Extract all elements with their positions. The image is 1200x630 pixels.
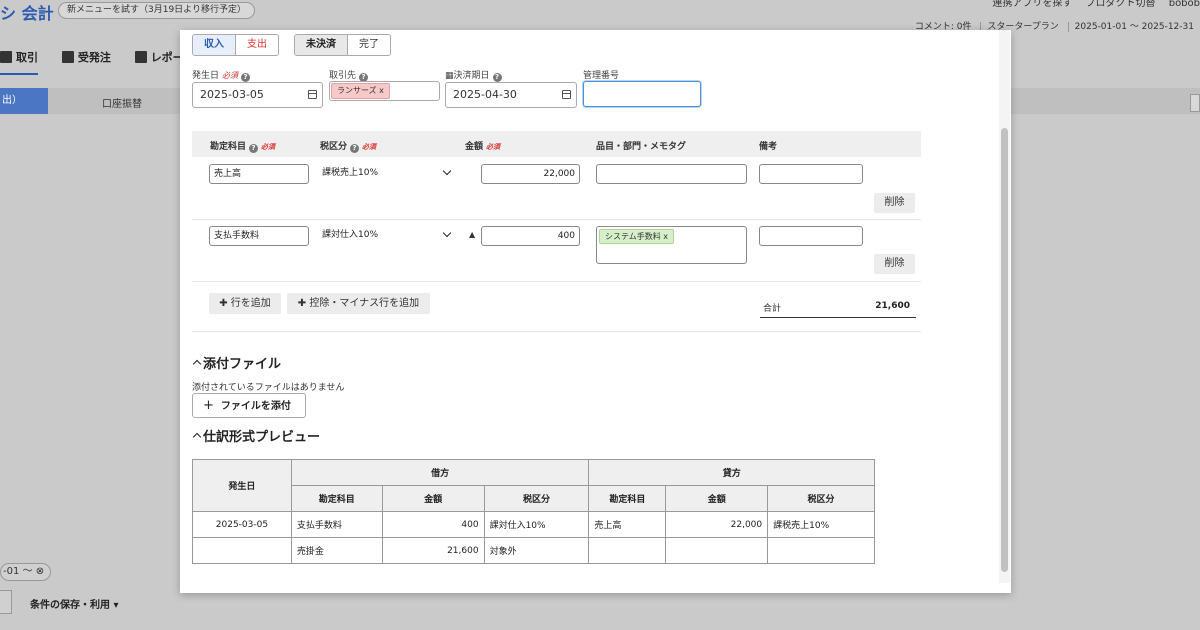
tax-select[interactable]: 課対仕入10% — [322, 226, 454, 246]
amount-input[interactable]: 400 — [481, 226, 580, 246]
reports-icon — [134, 51, 147, 63]
amount-header: 金額 必須 — [465, 142, 501, 152]
expense-option[interactable]: 支出 — [236, 35, 278, 55]
help-icon[interactable]: ? — [492, 73, 502, 82]
nav-transactions[interactable]: 取引 — [0, 51, 38, 64]
table-row: 2025-03-05 支払手数料 400 課対仕入10% 売上高 22,000 … — [192, 511, 875, 538]
tab-transfer[interactable]: 口座振替 — [102, 95, 142, 110]
fiscal-period[interactable]: 2025-01-01 〜 2025-12-31 — [1067, 22, 1194, 32]
mgmt-no-label: 管理番号 — [583, 71, 620, 81]
modal-scrollbar[interactable] — [1001, 128, 1008, 572]
app-logo: シ 会計 — [0, 4, 54, 23]
orders-icon — [61, 51, 74, 63]
total-value: 21,600 — [875, 301, 910, 311]
done-option[interactable]: 完了 — [348, 35, 390, 55]
main-nav: 取引 受発注 レポー — [0, 49, 204, 65]
try-new-menu-button[interactable]: 新メニューを試す（3月19日より移行予定） — [58, 2, 255, 19]
tax-header: 税区分? 必須 — [320, 142, 377, 153]
due-date-input[interactable]: 2025-04-30 — [445, 82, 577, 108]
nav-reports[interactable]: レポー — [134, 51, 184, 64]
income-expense-toggle: 収入 支出 — [192, 34, 279, 56]
table-row: 売掛金 21,600 対象外 — [192, 537, 875, 564]
add-row-button[interactable]: ✚ 行を追加 — [209, 293, 281, 314]
account-header: 勘定科目? 必須 — [210, 142, 276, 153]
col-credit: 貸方 — [588, 459, 875, 486]
account-input[interactable]: 支払手数料 — [209, 226, 309, 246]
settlement-status-toggle: 未決済 完了 — [294, 34, 391, 56]
amount-input[interactable]: 22,000 — [481, 164, 580, 184]
filter-chip[interactable]: -01 〜 ⊗ — [0, 563, 52, 581]
due-date-label: ▦決済期日? — [445, 68, 502, 82]
top-links: 連携アプリを探す プロダクト切替 bobob — [982, 0, 1200, 9]
collapse-icon[interactable] — [192, 432, 202, 442]
col-credit-tax: 税区分 — [767, 485, 875, 512]
col-debit: 借方 — [290, 459, 590, 486]
section-divider — [192, 331, 921, 332]
switch-product-link[interactable]: プロダクト切替 — [1086, 0, 1156, 9]
collapse-icon[interactable] — [192, 359, 202, 369]
row-divider — [192, 281, 921, 282]
tag-input[interactable] — [596, 164, 747, 184]
no-attachments-text: 添付されているファイルはありません — [192, 383, 345, 393]
partner-input[interactable]: ランサーズ x — [329, 81, 440, 101]
calendar-small-icon: ▦ — [445, 71, 454, 81]
col-date: 発生日 — [192, 459, 292, 512]
tag-input[interactable]: システム手数料 x — [596, 226, 747, 264]
plus-icon: + — [203, 398, 214, 413]
note-input[interactable] — [759, 164, 863, 184]
chevron-down-icon — [442, 228, 452, 238]
issue-date-label: 発生日 必須? — [192, 68, 251, 82]
right-edge-button[interactable] — [1190, 94, 1200, 112]
partner-label: 取引先? — [329, 68, 369, 82]
tax-select[interactable]: 課税売上10% — [322, 164, 454, 184]
tags-header: 品目・部門・メモタグ — [596, 142, 687, 152]
line-items-header: 勘定科目? 必須 税区分? 必須 金額 必須 品目・部門・メモタグ 備考 — [192, 131, 921, 157]
clear-filter-icon[interactable]: ⊗ — [36, 566, 44, 577]
col-credit-amount: 金額 — [665, 485, 769, 512]
mgmt-no-input[interactable] — [583, 81, 701, 107]
income-option[interactable]: 収入 — [193, 35, 236, 55]
total-label: 合計 — [763, 304, 782, 314]
col-debit-account: 勘定科目 — [290, 485, 383, 512]
add-minus-row-button[interactable]: ✚ 控除・マイナス行を追加 — [287, 293, 430, 314]
calendar-icon[interactable] — [562, 90, 571, 99]
col-credit-account: 勘定科目 — [588, 485, 667, 512]
help-icon[interactable]: ? — [249, 144, 259, 153]
help-icon[interactable]: ? — [350, 144, 360, 153]
account-input[interactable]: 売上高 — [209, 164, 309, 184]
col-debit-tax: 税区分 — [483, 485, 590, 512]
unsettled-option[interactable]: 未決済 — [295, 35, 348, 55]
journal-preview-title[interactable]: 仕訳形式プレビュー — [192, 426, 320, 445]
user-menu[interactable]: bobob — [1169, 0, 1200, 9]
delete-row-button[interactable]: 削除 — [874, 254, 915, 274]
chevron-down-icon — [442, 166, 452, 176]
find-apps-link[interactable]: 連携アプリを探す — [992, 0, 1072, 9]
nav-orders[interactable]: 受発注 — [61, 51, 111, 64]
memo-tag[interactable]: システム手数料 x — [599, 229, 675, 244]
tab-expense-active[interactable]: 出） — [0, 88, 48, 114]
note-header: 備考 — [759, 142, 778, 152]
calendar-icon[interactable] — [308, 90, 317, 99]
col-debit-amount: 金額 — [381, 485, 485, 512]
issue-date-input[interactable]: 2025-03-05 — [192, 82, 323, 108]
partner-tag[interactable]: ランサーズ x — [331, 83, 390, 99]
journal-preview-table: 発生日 借方 貸方 勘定科目 金額 税区分 勘定科目 金額 税区分 2025-0… — [192, 459, 875, 564]
nav-active-indicator — [0, 73, 38, 75]
attach-file-button[interactable]: + ファイルを添付 — [192, 393, 306, 418]
attachments-title[interactable]: 添付ファイル — [192, 353, 281, 372]
help-icon[interactable]: ? — [241, 73, 251, 82]
note-input[interactable] — [759, 226, 863, 246]
minus-marker: ▲ — [469, 230, 476, 239]
delete-row-button[interactable]: 削除 — [874, 193, 915, 213]
row-divider — [192, 219, 921, 220]
save-conditions-menu[interactable]: 条件の保存・利用 ▾ — [30, 596, 119, 611]
total-underline — [760, 317, 916, 318]
bg-select-box[interactable] — [0, 590, 12, 614]
transactions-icon — [0, 51, 12, 63]
